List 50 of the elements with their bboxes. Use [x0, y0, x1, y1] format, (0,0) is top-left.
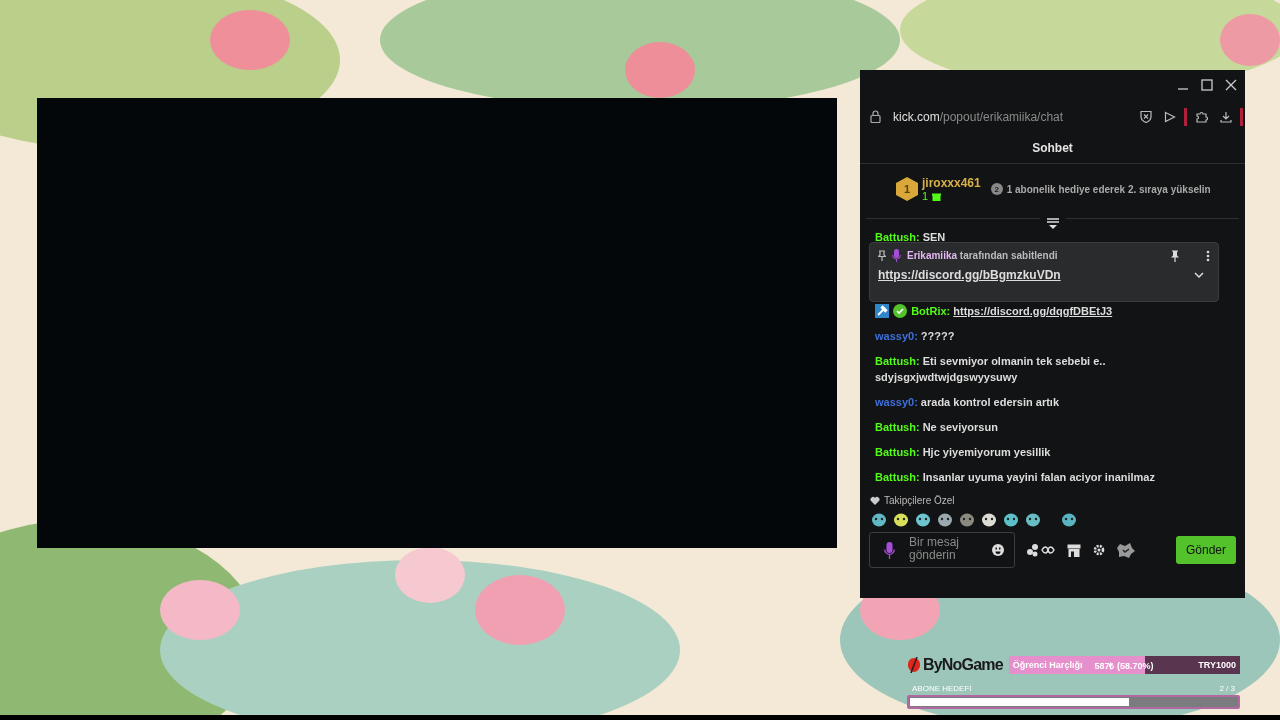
message-input[interactable]: Bir mesaj gönderin	[901, 536, 986, 564]
send-button[interactable]: Gönder	[1175, 536, 1236, 564]
gift-count: 1	[922, 190, 929, 202]
sub-goal-count: 2 / 3	[1219, 684, 1235, 693]
settings-icon[interactable]	[1093, 544, 1105, 556]
chat-title: Sohbet	[860, 133, 1245, 164]
chat-message: Battush: SEN	[875, 230, 947, 245]
microphone-icon	[884, 541, 895, 559]
emoji-icon[interactable]	[992, 544, 1004, 556]
rank-badge: 1	[896, 177, 918, 201]
puzzle-icon[interactable]	[1195, 110, 1208, 123]
store-icon[interactable]	[1067, 543, 1081, 557]
lock-icon	[870, 110, 881, 123]
play-icon[interactable]	[1164, 110, 1176, 123]
chat-message: Battush: Hjc yiyemiyorum yesillik	[875, 445, 1052, 460]
goal-label: Öğrenci Harçlığı	[1012, 660, 1083, 670]
download-icon[interactable]	[1220, 110, 1232, 123]
pin-icon[interactable]	[1170, 249, 1180, 262]
url-text[interactable]: kick.com/popout/erikamiika/chat	[893, 109, 1128, 124]
brand-logo: ByNoGame	[907, 656, 1003, 674]
shield-icon[interactable]	[1140, 110, 1152, 123]
chat-message: Battush: Ne seviyorsun	[875, 420, 999, 435]
sticker-icon[interactable]	[1117, 542, 1135, 558]
emote-section-label: Takipçilere Özel	[884, 495, 955, 506]
rank-badge: 2	[990, 183, 1003, 195]
toolbar-separator	[1240, 107, 1243, 126]
pinned-by-text: Erikamiika tarafından sabitlendi	[907, 250, 1059, 261]
chat-message: Battush: Insanlar uyuma yayini falan aciyor inanilmaz	[875, 470, 1156, 485]
username[interactable]: jiroxxx461	[922, 176, 981, 190]
chat-message: wassy0: ?????	[875, 329, 956, 344]
chat-message: wassy0: arada kontrol edersin artık	[875, 395, 1061, 410]
pinned-link[interactable]: https://discord.gg/bBgmzkuVDn	[878, 268, 1188, 282]
more-icon[interactable]	[1206, 249, 1210, 262]
pin-icon	[878, 250, 886, 261]
chevron-down-icon[interactable]	[1194, 271, 1204, 279]
heart-icon	[870, 496, 880, 505]
sub-goal-label: ABONE HEDEFİ	[912, 684, 972, 693]
gift-icon	[932, 191, 942, 201]
chat-message: Battush: Eti sevmiyor olmanin tek sebebi e.. sdyjsgxjwdtwjdgswyysuwy	[875, 354, 1107, 385]
chat-message: BotRix: https://discord.gg/dqgfDBEtJ3	[875, 303, 1235, 319]
microphone-icon	[892, 249, 901, 262]
message-field[interactable]: Bir mesaj gönderin	[869, 532, 1015, 568]
verified-badge-icon	[893, 304, 908, 318]
leaderboard-prompt: 1 abonelik hediye ederek 2. sıraya yükselin	[1006, 183, 1211, 195]
maximize-icon[interactable]	[1201, 79, 1213, 91]
moderator-badge-icon	[875, 304, 889, 318]
points-icon[interactable]	[1027, 543, 1055, 557]
goal-target: TRY1000	[1198, 660, 1236, 670]
close-icon[interactable]	[1225, 79, 1237, 91]
toolbar-separator	[1184, 107, 1187, 126]
